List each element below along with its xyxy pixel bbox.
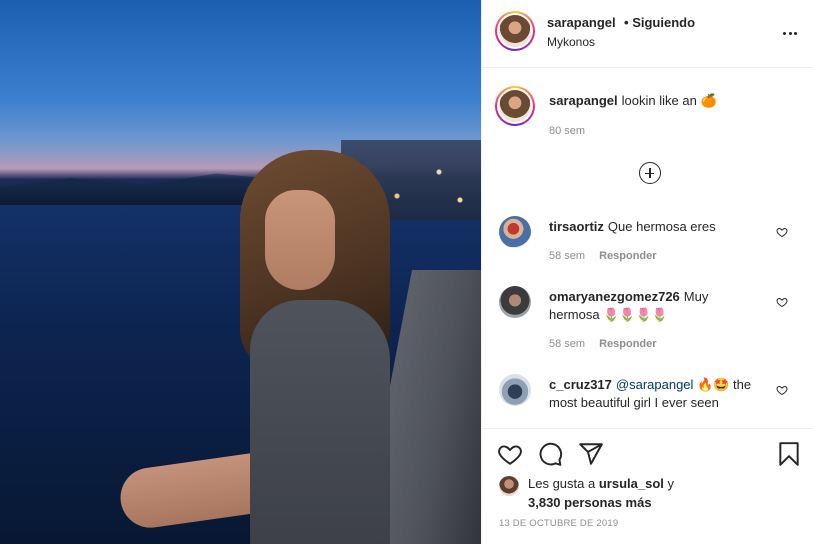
comment-username[interactable]: omaryanezgomez726 [549,289,680,304]
plus-circle-icon[interactable] [639,162,661,184]
likes-count-link[interactable]: 3,830 personas más [528,495,652,510]
comment-icon[interactable] [537,441,563,467]
follow-status-button[interactable]: Siguiendo [632,15,695,30]
post-photo[interactable] [0,0,481,544]
author-username[interactable]: sarapangel [547,15,616,30]
comment-avatar[interactable] [499,374,531,406]
photo-person-face [265,190,335,290]
caption-line: sarapangel lookin like an 🍊 [549,93,717,109]
caption-time[interactable]: 80 sem [549,125,585,137]
liker-username[interactable]: ursula_sol [599,476,664,491]
comment-text: c_cruz317 @sarapangel 🔥🤩 the most beautif… [549,377,752,410]
reply-button[interactable]: Responder [599,338,656,350]
post-location[interactable]: Mykonos [547,35,595,49]
comment-username[interactable]: tirsaortiz [549,219,604,234]
header-separator: • Siguiendo [624,15,696,30]
photo-person-dress [250,300,390,544]
tulip-emojis: 🌷🌷🌷🌷 [603,307,668,322]
comment-avatar[interactable] [499,286,531,318]
heart-icon[interactable] [497,441,523,467]
photo-person [116,150,410,544]
liker-avatar[interactable] [499,476,519,496]
comment-avatar[interactable] [499,216,531,248]
post-actions: Les gusta a ursula_sol y 3,830 personas … [482,428,813,544]
post-side-panel: sarapangel • Siguiendo Mykonos sarapange… [481,0,813,544]
comment-text: omaryanezgomez726 Muy hermosa 🌷🌷🌷🌷 [549,289,709,322]
caption-avatar[interactable] [495,86,535,126]
post-date[interactable]: 13 DE OCTUBRE DE 2019 [499,518,618,529]
fire-starstruck-emojis: 🔥🤩 [697,377,730,392]
comment-meta: 58 sem Responder [549,338,657,350]
comment-text: tirsaortiz Que hermosa eres [549,219,716,234]
comment-mention[interactable]: @sarapangel [616,377,694,392]
comment-time[interactable]: 58 sem [549,338,585,350]
comment-username[interactable]: c_cruz317 [549,377,612,392]
paper-plane-icon[interactable] [578,441,604,467]
orange-emoji: 🍊 [700,93,717,108]
comment-time[interactable]: 58 sem [549,250,585,262]
more-horizontal-icon[interactable] [780,23,800,43]
likes-summary: Les gusta a ursula_sol y 3,830 personas … [528,476,674,510]
reply-button[interactable]: Responder [599,250,656,262]
heart-icon[interactable] [776,226,788,238]
post-header: sarapangel • Siguiendo Mykonos [482,0,813,68]
heart-icon[interactable] [776,296,788,308]
caption-text: lookin like an [621,93,697,108]
heart-icon[interactable] [776,384,788,396]
comment-meta: 58 sem Responder [549,250,657,262]
bookmark-icon[interactable] [776,441,802,467]
author-avatar[interactable] [495,11,535,51]
caption-username[interactable]: sarapangel [549,93,618,108]
